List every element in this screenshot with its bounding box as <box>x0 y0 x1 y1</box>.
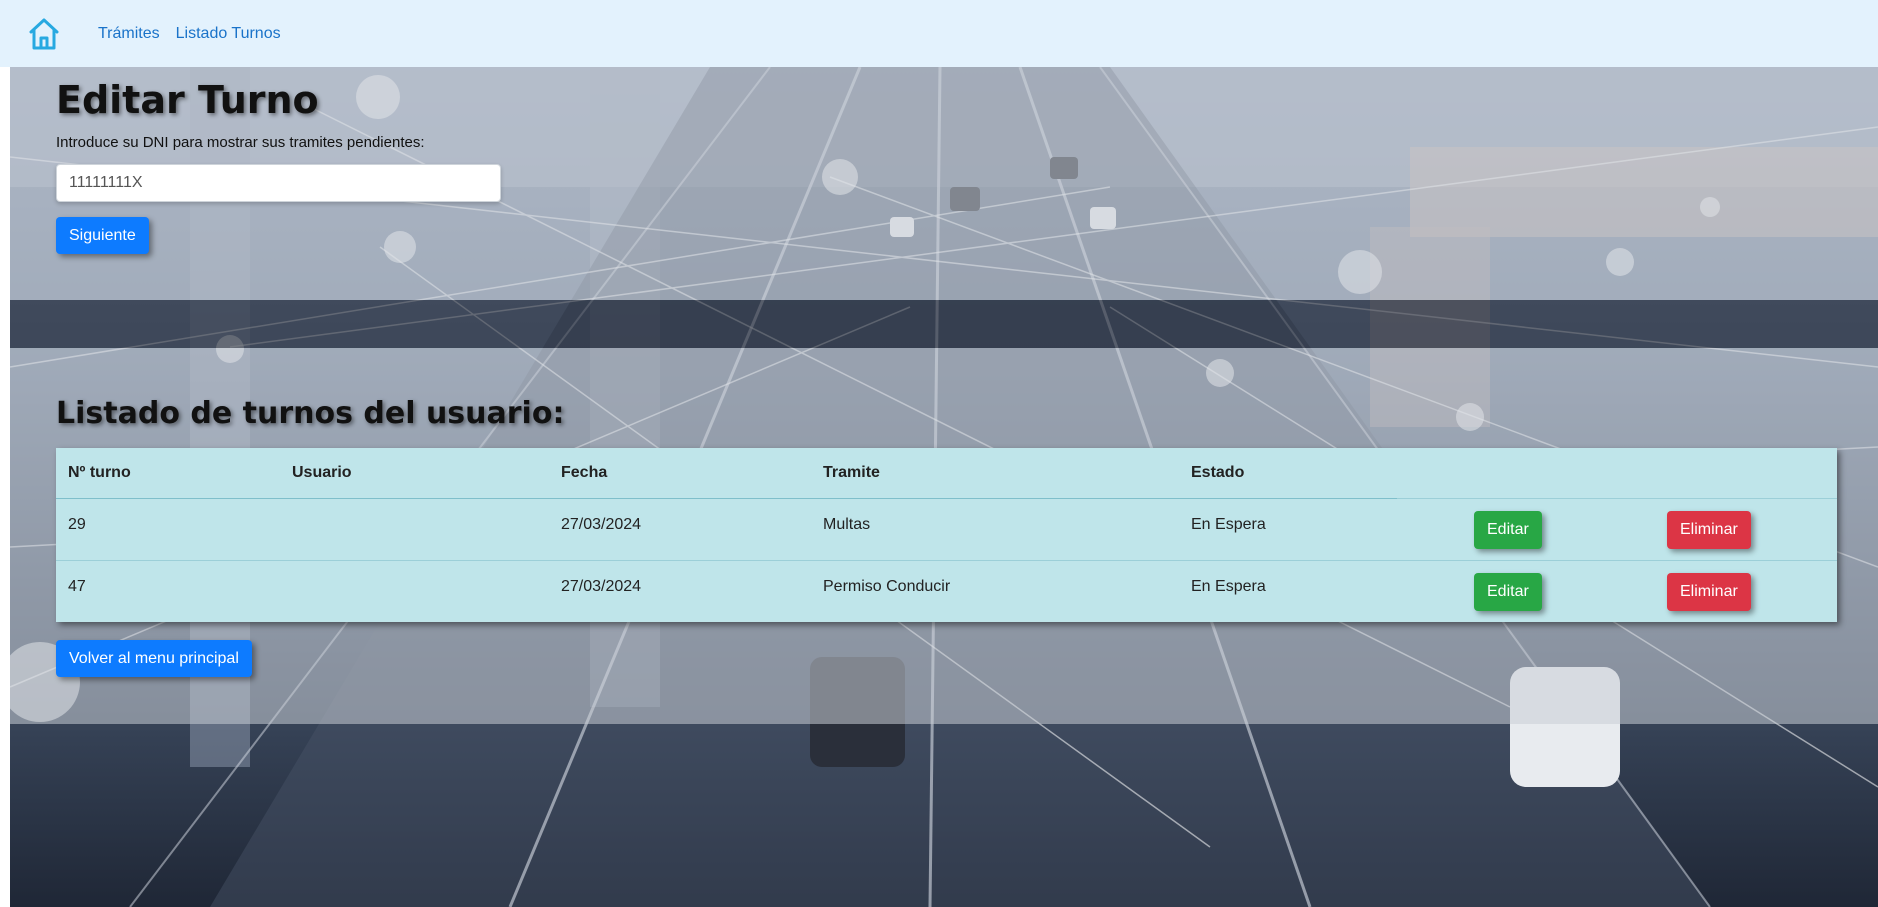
nav-link-tramites[interactable]: Trámites <box>98 25 160 43</box>
nav-links: Trámites Listado Turnos <box>98 25 281 43</box>
back-to-menu-button[interactable]: Volver al menu principal <box>56 640 252 677</box>
turnos-table: Nº turno Usuario Fecha Tramite Estado 29… <box>56 448 1837 622</box>
cell-edit: Editar <box>1397 497 1617 560</box>
column-header-tramite: Tramite <box>811 448 1179 499</box>
page-title: Editar Turno <box>56 78 319 122</box>
cell-turno: 47 <box>56 559 280 622</box>
home-icon[interactable] <box>28 17 60 51</box>
cell-edit: Editar <box>1397 559 1617 622</box>
delete-button[interactable]: Eliminar <box>1667 510 1751 549</box>
column-header-usuario: Usuario <box>280 448 549 499</box>
cell-tramite: Permiso Conducir <box>811 559 1179 622</box>
edit-button[interactable]: Editar <box>1474 572 1542 611</box>
cell-delete: Eliminar <box>1617 559 1837 622</box>
table-header-row: Nº turno Usuario Fecha Tramite Estado <box>56 448 1837 499</box>
column-header-edit <box>1397 448 1617 498</box>
column-header-fecha: Fecha <box>549 448 811 499</box>
dni-input[interactable] <box>56 164 501 202</box>
edit-button[interactable]: Editar <box>1474 510 1542 549</box>
cell-estado: En Espera <box>1179 497 1397 560</box>
cell-turno: 29 <box>56 497 280 560</box>
next-button[interactable]: Siguiente <box>56 217 149 254</box>
table-row: 47 27/03/2024 Permiso Conducir En Espera… <box>56 559 1837 622</box>
navbar: Trámites Listado Turnos <box>0 0 1878 67</box>
cell-usuario <box>280 559 549 622</box>
column-header-delete <box>1617 448 1837 498</box>
column-header-turno: Nº turno <box>56 448 280 499</box>
nav-link-listado-turnos[interactable]: Listado Turnos <box>176 25 281 43</box>
cell-estado: En Espera <box>1179 559 1397 622</box>
column-header-estado: Estado <box>1179 448 1397 499</box>
cell-fecha: 27/03/2024 <box>549 497 811 560</box>
divider-band <box>10 300 1878 348</box>
cell-fecha: 27/03/2024 <box>549 559 811 622</box>
list-title: Listado de turnos del usuario: <box>56 396 565 431</box>
cell-tramite: Multas <box>811 497 1179 560</box>
dni-instruction: Introduce su DNI para mostrar sus tramit… <box>56 134 425 151</box>
delete-button[interactable]: Eliminar <box>1667 572 1751 611</box>
table-row: 29 27/03/2024 Multas En Espera Editar El… <box>56 497 1837 560</box>
cell-usuario <box>280 497 549 560</box>
cell-delete: Eliminar <box>1617 497 1837 560</box>
